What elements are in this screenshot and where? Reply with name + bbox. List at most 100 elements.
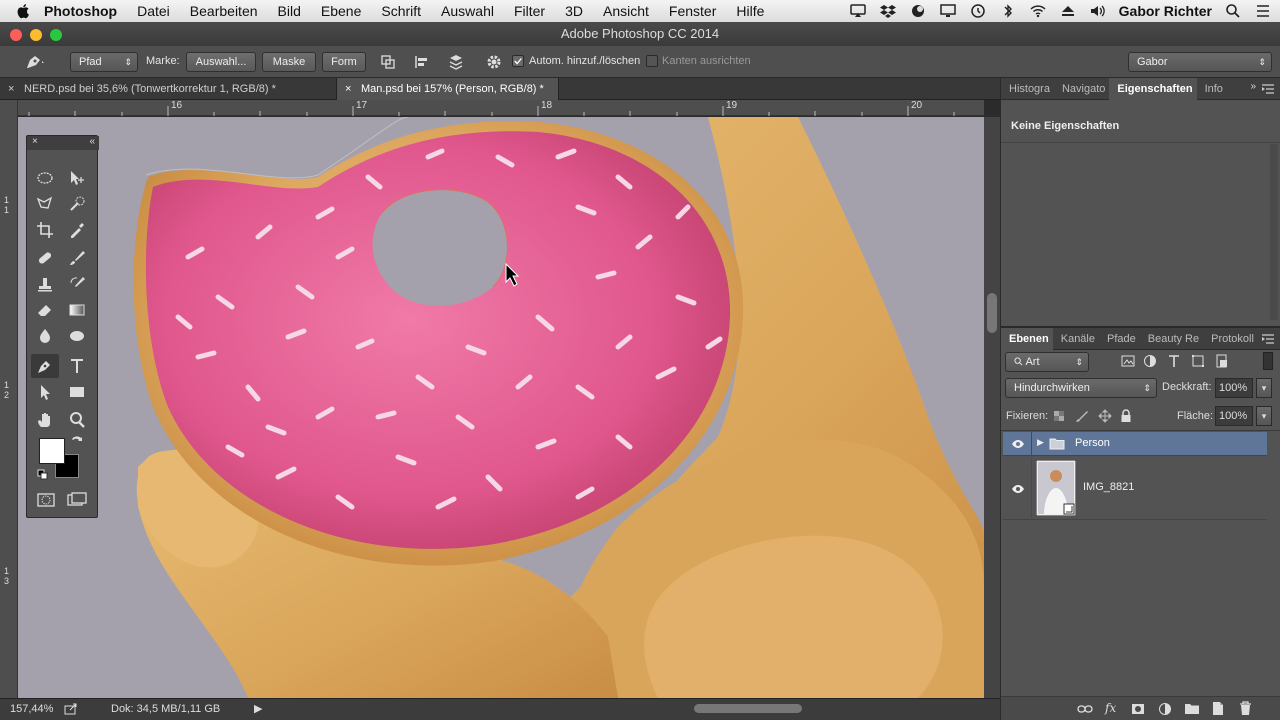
hand-tool[interactable] — [31, 408, 59, 432]
fill-dropdown-button[interactable]: ▾ — [1256, 406, 1272, 426]
new-group-icon[interactable] — [1184, 702, 1200, 715]
path-operations-icon[interactable] — [380, 54, 398, 70]
tab-histogramm[interactable]: Histogra — [1001, 83, 1054, 95]
filter-toggle-switch[interactable] — [1263, 352, 1273, 370]
filter-smart-object-icon[interactable] — [1215, 354, 1229, 368]
tab-ebenen[interactable]: Ebenen — [1001, 327, 1053, 350]
menu-auswahl[interactable]: Auswahl — [441, 3, 494, 19]
menu-app[interactable]: Photoshop — [44, 3, 117, 19]
close-tab-icon[interactable]: × — [345, 78, 351, 100]
volume-icon[interactable] — [1089, 3, 1107, 19]
shape-button[interactable]: Form — [322, 52, 366, 72]
filter-pixel-icon[interactable] — [1121, 354, 1135, 368]
menu-filter[interactable]: Filter — [514, 3, 545, 19]
zoom-tool[interactable] — [63, 408, 91, 432]
lock-pixels-icon[interactable] — [1075, 410, 1089, 422]
menu-schrift[interactable]: Schrift — [381, 3, 421, 19]
filter-adjustment-icon[interactable] — [1143, 354, 1157, 368]
path-arrangement-icon[interactable] — [446, 53, 466, 71]
user-name[interactable]: Gabor Richter — [1119, 3, 1212, 19]
airplay-icon[interactable] — [849, 3, 867, 19]
path-selection-tool[interactable] — [31, 380, 59, 404]
pen-tool[interactable] — [31, 354, 59, 378]
close-window-button[interactable] — [10, 29, 22, 41]
elliptical-marquee-tool[interactable] — [31, 166, 59, 190]
display-icon[interactable] — [939, 3, 957, 19]
screen-mode-icon[interactable] — [67, 492, 87, 508]
lock-transparent-icon[interactable] — [1053, 410, 1065, 422]
collapse-panel-icon[interactable]: » — [1250, 81, 1256, 92]
menu-ebene[interactable]: Ebene — [321, 3, 361, 19]
blend-mode-select[interactable]: Hindurchwirken ⇕ — [1005, 378, 1157, 398]
new-layer-icon[interactable] — [1211, 701, 1225, 716]
swap-colors-icon[interactable] — [71, 436, 83, 448]
selection-button[interactable]: Auswahl... — [186, 52, 256, 72]
clone-stamp-tool[interactable] — [31, 272, 59, 296]
horizontal-ruler[interactable]: 16 17 18 19 20 — [18, 100, 984, 116]
zoom-window-button[interactable] — [50, 29, 62, 41]
filter-shape-icon[interactable] — [1191, 354, 1205, 368]
menu-hilfe[interactable]: Hilfe — [736, 3, 764, 19]
tab-pfade[interactable]: Pfade — [1099, 333, 1140, 345]
new-adjustment-layer-icon[interactable] — [1158, 702, 1172, 716]
blur-tool[interactable] — [31, 324, 59, 348]
expand-group-icon[interactable]: ▶ — [1037, 437, 1044, 448]
document-canvas[interactable] — [18, 117, 984, 698]
close-tab-icon[interactable]: × — [8, 78, 14, 100]
path-alignment-icon[interactable] — [413, 54, 431, 70]
spotlight-search-icon[interactable] — [1224, 3, 1242, 19]
export-icon[interactable] — [64, 703, 78, 715]
eject-icon[interactable] — [1059, 3, 1077, 19]
eyedropper-tool[interactable] — [63, 218, 91, 242]
layer-filter-select[interactable]: Art ⇕ — [1005, 352, 1089, 372]
menu-bild[interactable]: Bild — [278, 3, 301, 19]
history-brush-tool[interactable] — [63, 272, 91, 296]
opacity-dropdown-button[interactable]: ▾ — [1256, 378, 1272, 398]
vertical-ruler[interactable]: 1 1 1 2 1 3 — [0, 100, 18, 698]
polygonal-lasso-tool[interactable] — [31, 192, 59, 216]
gradient-tool[interactable] — [63, 298, 91, 322]
status-menu-arrow-icon[interactable]: ▶ — [254, 699, 262, 719]
healing-brush-tool[interactable] — [31, 246, 59, 270]
bluetooth-icon[interactable] — [999, 3, 1017, 19]
menu-fenster[interactable]: Fenster — [669, 3, 716, 19]
move-tool[interactable] — [63, 166, 91, 190]
properties-scrollbar[interactable] — [1270, 144, 1278, 320]
auto-add-delete-checkbox[interactable] — [512, 55, 524, 67]
workspace-select[interactable]: Gabor ⇕ — [1128, 52, 1272, 72]
time-machine-icon[interactable] — [969, 3, 987, 19]
layer-style-fx-icon[interactable]: fx — [1105, 701, 1116, 715]
tools-panel-header[interactable]: × « — [27, 136, 99, 150]
mask-button[interactable]: Maske — [262, 52, 316, 72]
collapse-panel-icon[interactable]: « — [89, 136, 95, 147]
layer-row-img-8821[interactable]: IMG_8821 — [1003, 458, 1267, 520]
close-panel-icon[interactable]: × — [32, 136, 38, 147]
layer-row-person[interactable]: ▶ Person — [1003, 432, 1267, 456]
apple-icon[interactable] — [16, 3, 32, 19]
pen-tool-preset-icon[interactable] — [24, 53, 46, 71]
path-mode-select[interactable]: Pfad ⇕ — [70, 52, 138, 72]
tab-protokoll[interactable]: Protokoll — [1203, 333, 1258, 345]
notification-center-icon[interactable] — [1254, 3, 1272, 19]
wifi-icon[interactable] — [1029, 3, 1047, 19]
menu-3d[interactable]: 3D — [565, 3, 583, 19]
tab-navigator[interactable]: Navigato — [1054, 83, 1109, 95]
gear-icon[interactable] — [486, 54, 502, 70]
horizontal-scroll-thumb[interactable] — [694, 704, 802, 713]
creative-cloud-icon[interactable] — [909, 3, 927, 19]
menu-datei[interactable]: Datei — [137, 3, 170, 19]
eye-visibility-icon[interactable] — [1011, 439, 1025, 449]
dodge-tool[interactable] — [63, 324, 91, 348]
delete-layer-icon[interactable] — [1239, 701, 1252, 716]
quick-mask-icon[interactable] — [37, 492, 55, 508]
zoom-level[interactable]: 157,44% — [10, 699, 53, 719]
crop-tool[interactable] — [31, 218, 59, 242]
tab-eigenschaften[interactable]: Eigenschaften — [1109, 77, 1197, 100]
type-tool[interactable] — [63, 354, 91, 378]
tab-man-psd[interactable]: × Man.psd bei 157% (Person, RGB/8) * — [337, 78, 559, 100]
vertical-scrollbar[interactable] — [984, 117, 1000, 698]
tab-nerd-psd[interactable]: × NERD.psd bei 35,6% (Tonwertkorrektur 1… — [0, 78, 337, 100]
fill-input[interactable]: 100% — [1215, 406, 1253, 426]
link-layers-icon[interactable] — [1077, 703, 1093, 715]
tab-info[interactable]: Info — [1197, 83, 1227, 95]
